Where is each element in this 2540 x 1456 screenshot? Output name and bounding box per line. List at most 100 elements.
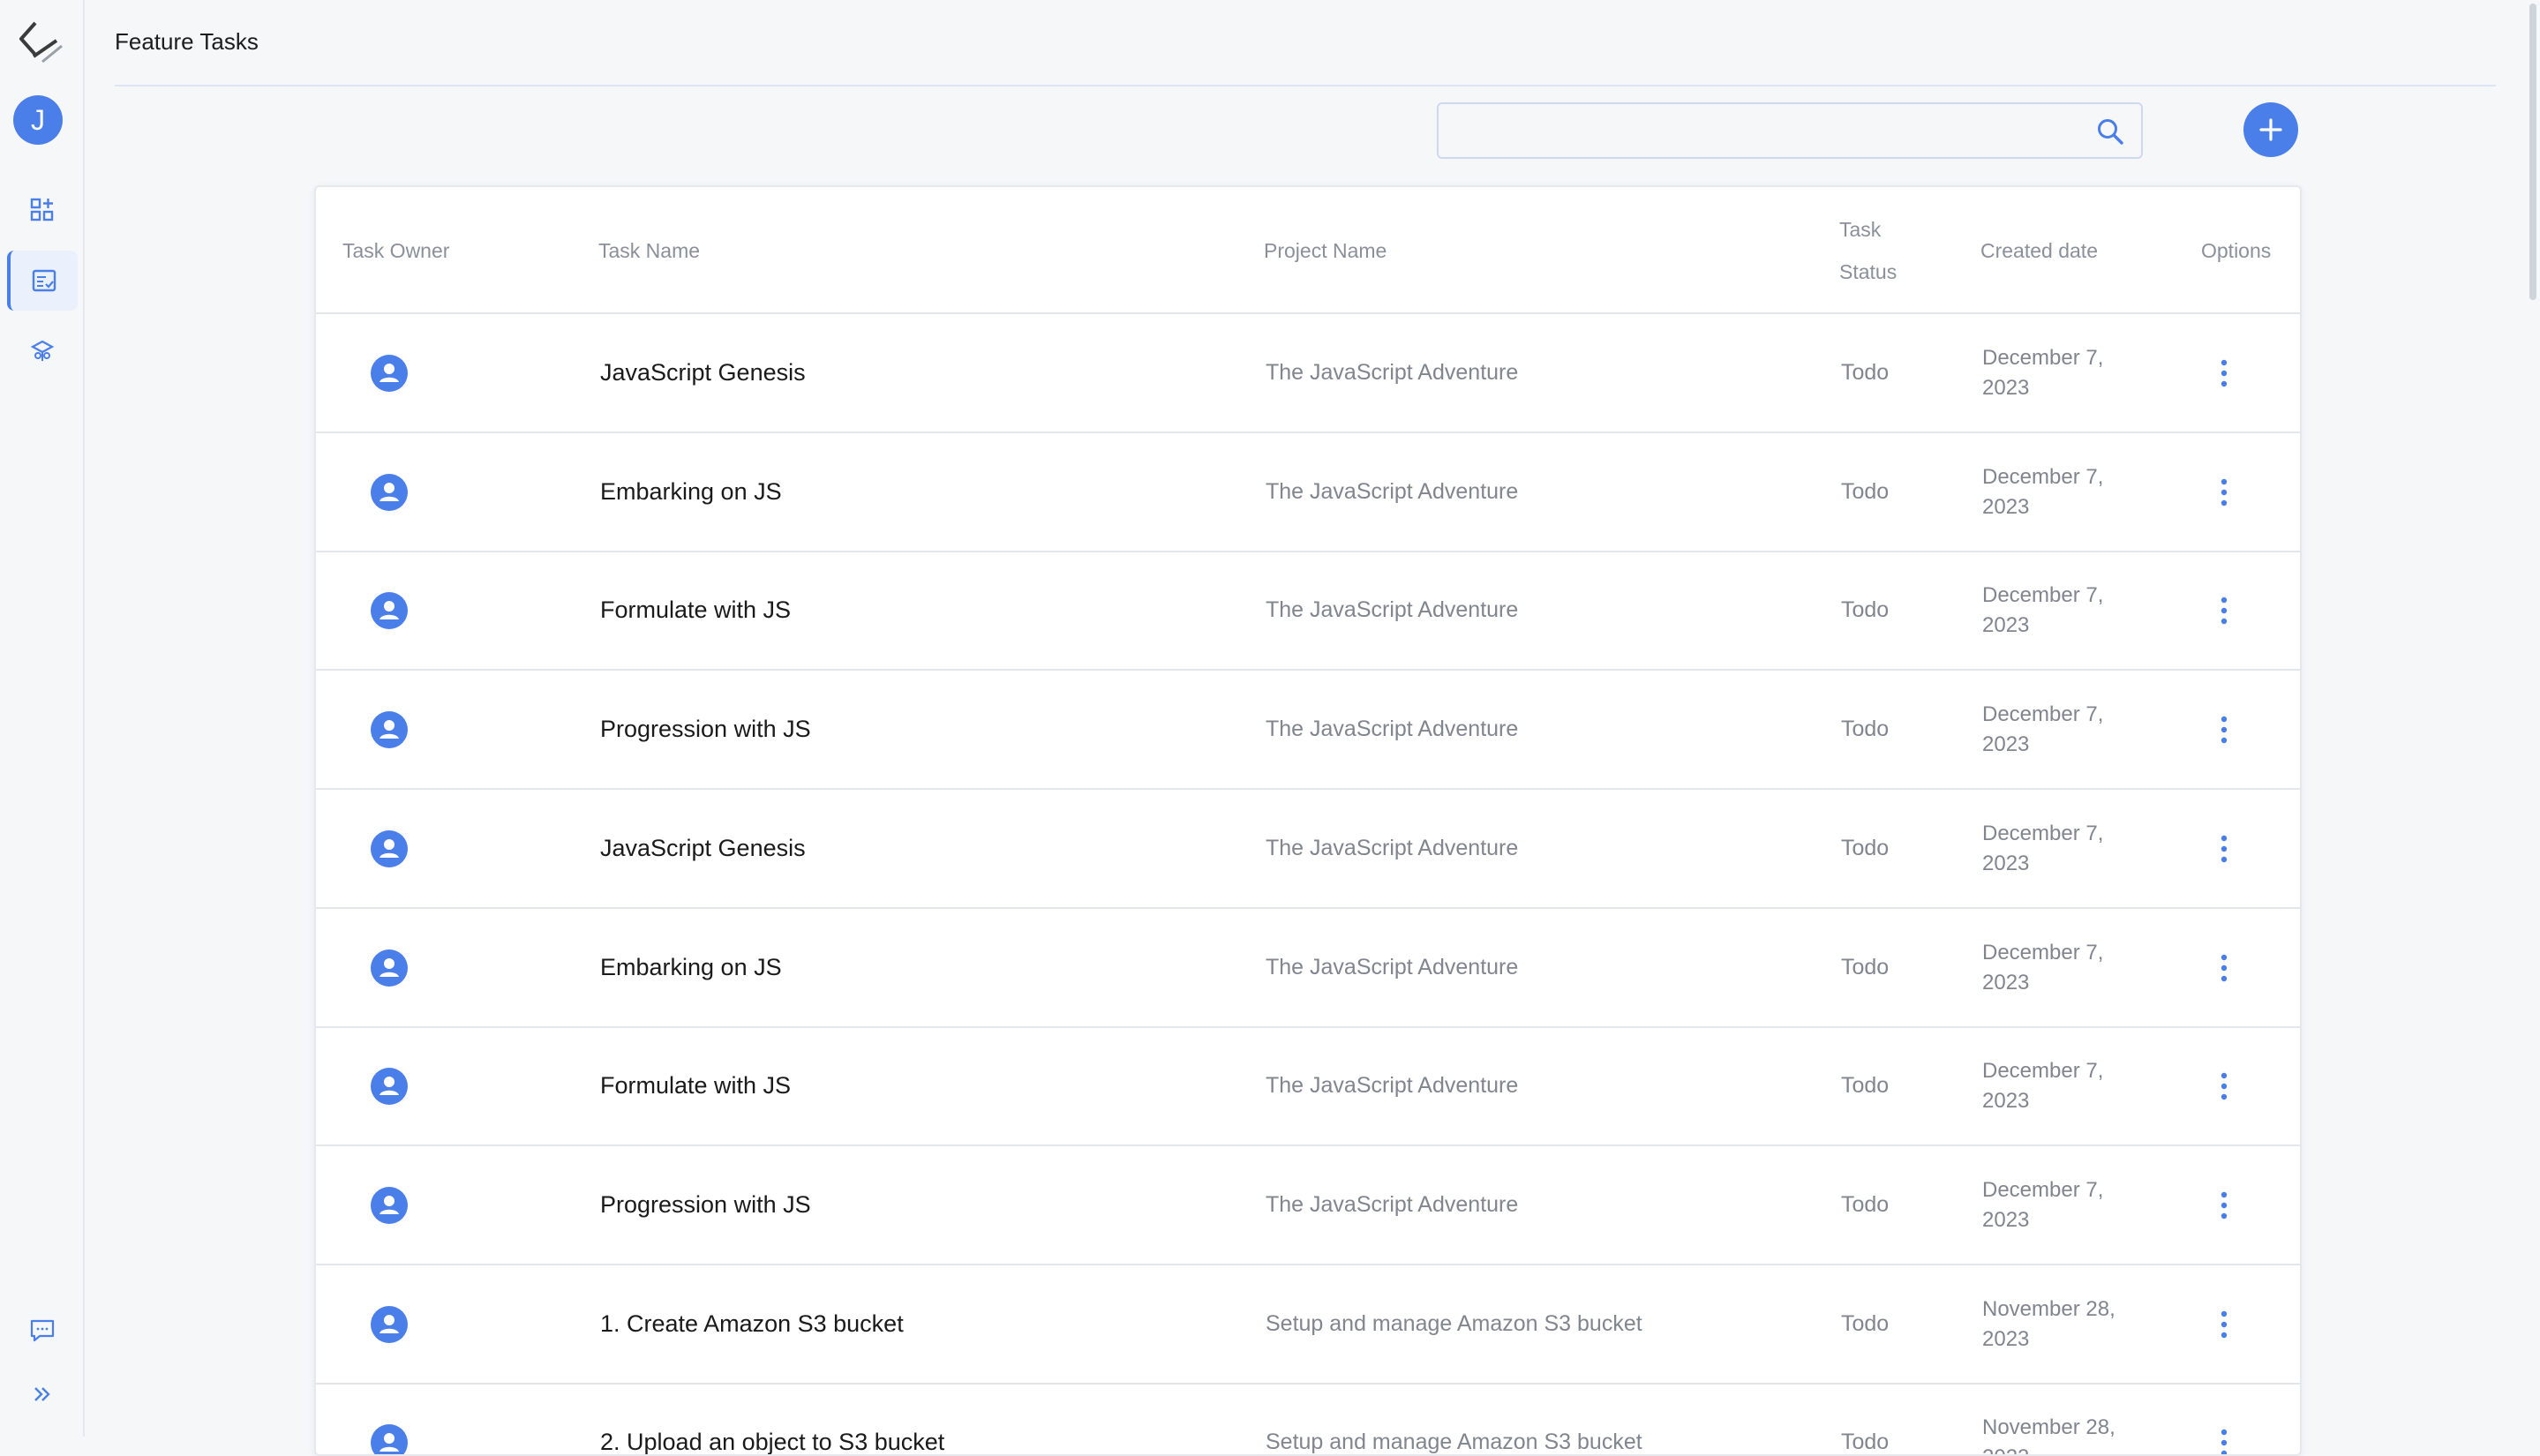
status-cell: Todo	[1841, 1191, 1890, 1217]
created-date-line2: 2023	[1982, 494, 2030, 519]
table-row[interactable]: Progression with JS The JavaScript Adven…	[316, 671, 2300, 791]
header-task-owner[interactable]: Task Owner	[342, 229, 449, 272]
task-name-cell[interactable]: Embarking on JS	[600, 954, 782, 981]
sidebar-item-chat[interactable]	[9, 1301, 76, 1361]
table-row[interactable]: JavaScript Genesis The JavaScript Advent…	[316, 314, 2300, 433]
created-date-line2: 2023	[1982, 376, 2030, 400]
created-date-cell: December 7, 2023	[1982, 462, 2159, 522]
more-options-icon[interactable]	[2217, 714, 2231, 746]
more-options-icon[interactable]	[2217, 952, 2231, 984]
table-row[interactable]: JavaScript Genesis The JavaScript Advent…	[316, 790, 2300, 909]
created-date-line2: 2023	[1982, 1089, 2030, 1114]
table-row[interactable]: Progression with JS The JavaScript Adven…	[316, 1146, 2300, 1265]
project-name-cell: The JavaScript Adventure	[1266, 597, 1519, 623]
more-options-icon[interactable]	[2217, 833, 2231, 865]
header-project-name[interactable]: Project Name	[1264, 229, 1386, 272]
created-date-line1: December 7,	[1982, 346, 2104, 370]
table-row[interactable]: Formulate with JS The JavaScript Adventu…	[316, 1027, 2300, 1147]
created-date-line2: 2023	[1982, 1207, 2030, 1232]
search-input[interactable]	[1453, 104, 2070, 157]
double-chevron-right-icon	[34, 1387, 50, 1401]
created-date-cell: December 7, 2023	[1982, 1175, 2159, 1235]
created-date-cell: December 7, 2023	[1982, 819, 2159, 879]
created-date-cell: December 7, 2023	[1982, 343, 2159, 403]
sidebar-item-dashboard[interactable]	[9, 180, 76, 240]
header-task-status-line2[interactable]: Status	[1839, 251, 1897, 293]
team-icon	[30, 340, 55, 361]
status-cell: Todo	[1841, 717, 1890, 742]
created-date-line1: December 7,	[1982, 940, 2104, 964]
sidebar: J	[0, 0, 85, 1437]
sidebar-expand[interactable]	[9, 1364, 76, 1424]
more-options-icon[interactable]	[2217, 595, 2231, 627]
more-options-icon[interactable]	[2217, 1309, 2231, 1340]
table-row[interactable]: Embarking on JS The JavaScript Adventure…	[316, 909, 2300, 1028]
task-name-cell[interactable]: Formulate with JS	[600, 1072, 791, 1100]
status-cell: Todo	[1841, 478, 1890, 504]
created-date-line1: December 7,	[1982, 821, 2104, 845]
chat-icon	[30, 1319, 55, 1342]
task-name-cell[interactable]: JavaScript Genesis	[600, 359, 806, 387]
user-avatar-icon[interactable]	[371, 355, 408, 392]
user-avatar-icon[interactable]	[371, 1305, 408, 1343]
user-avatar-icon[interactable]	[371, 473, 408, 511]
search-box[interactable]	[1437, 102, 2143, 159]
tasks-table: Task Owner Task Name Project Name Task S…	[314, 185, 2302, 1456]
user-avatar-icon[interactable]	[371, 711, 408, 749]
user-avatar-icon[interactable]	[371, 592, 408, 630]
task-name-cell[interactable]: 2. Upload an object to S3 bucket	[600, 1429, 944, 1454]
user-avatar[interactable]: J	[13, 95, 63, 145]
app-logo-icon[interactable]	[16, 18, 65, 67]
more-options-icon[interactable]	[2217, 1070, 2231, 1102]
sidebar-item-team[interactable]	[9, 321, 76, 381]
project-name-cell: Setup and manage Amazon S3 bucket	[1266, 1430, 1642, 1455]
created-date-line2: 2023	[1982, 732, 2030, 757]
project-name-cell: The JavaScript Adventure	[1266, 1073, 1519, 1099]
user-avatar-icon[interactable]	[371, 1068, 408, 1106]
user-avatar-icon[interactable]	[371, 829, 408, 867]
table-row[interactable]: 2. Upload an object to S3 bucket Setup a…	[316, 1384, 2300, 1456]
created-date-cell: December 7, 2023	[1982, 1056, 2159, 1116]
project-name-cell: The JavaScript Adventure	[1266, 835, 1519, 860]
task-name-cell[interactable]: Progression with JS	[600, 1191, 811, 1219]
task-name-cell[interactable]: Embarking on JS	[600, 478, 782, 506]
project-name-cell: The JavaScript Adventure	[1266, 717, 1519, 742]
user-avatar-icon[interactable]	[371, 949, 408, 987]
add-task-button[interactable]	[2243, 102, 2298, 157]
created-date-line1: November 28,	[1982, 1296, 2115, 1321]
scrollbar-thumb[interactable]	[2529, 4, 2536, 300]
task-name-cell[interactable]: Formulate with JS	[600, 597, 791, 624]
table-row[interactable]: Embarking on JS The JavaScript Adventure…	[316, 433, 2300, 552]
more-options-icon[interactable]	[2217, 357, 2231, 389]
created-date-line2: 2023	[1982, 851, 2030, 875]
more-options-icon[interactable]	[2217, 477, 2231, 508]
created-date-line1: December 7,	[1982, 583, 2104, 608]
table-row[interactable]: 1. Create Amazon S3 bucket Setup and man…	[316, 1265, 2300, 1385]
status-cell: Todo	[1841, 954, 1890, 979]
task-name-cell[interactable]: JavaScript Genesis	[600, 835, 806, 862]
created-date-line1: December 7,	[1982, 464, 2104, 489]
status-cell: Todo	[1841, 835, 1890, 860]
created-date-line1: December 7,	[1982, 702, 2104, 727]
dashboard-icon	[30, 198, 54, 221]
sidebar-item-tasks[interactable]	[7, 251, 78, 311]
header-options: Options	[2201, 239, 2272, 262]
more-options-icon[interactable]	[2217, 1190, 2231, 1221]
user-avatar-icon[interactable]	[371, 1424, 408, 1456]
created-date-cell: November 28, 2023	[1982, 1413, 2159, 1454]
created-date-line1: December 7,	[1982, 1059, 2104, 1084]
status-cell: Todo	[1841, 597, 1890, 623]
table-row[interactable]: Formulate with JS The JavaScript Adventu…	[316, 552, 2300, 672]
header-created-date[interactable]: Created date	[1980, 229, 2098, 272]
more-options-icon[interactable]	[2217, 1427, 2231, 1456]
project-name-cell: The JavaScript Adventure	[1266, 1191, 1519, 1217]
task-name-cell[interactable]: 1. Create Amazon S3 bucket	[600, 1310, 904, 1338]
header-task-status-line1[interactable]: Task	[1839, 208, 1881, 251]
header-task-name[interactable]: Task Name	[598, 229, 700, 272]
project-name-cell: The JavaScript Adventure	[1266, 360, 1519, 385]
user-avatar-icon[interactable]	[371, 1186, 408, 1224]
created-date-line2: 2023	[1982, 1443, 2159, 1454]
scrollbar[interactable]	[2519, 0, 2540, 1437]
task-name-cell[interactable]: Progression with JS	[600, 716, 811, 743]
search-icon[interactable]	[2095, 116, 2125, 146]
